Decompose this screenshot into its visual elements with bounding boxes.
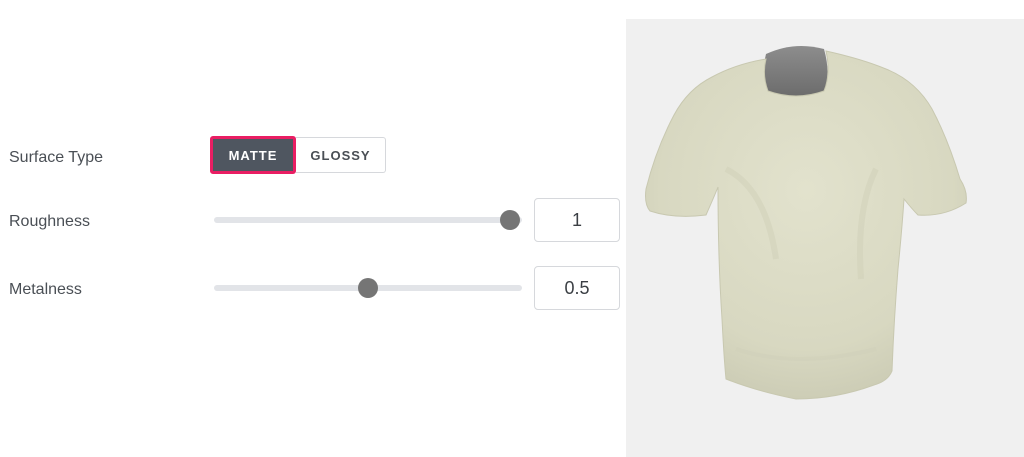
metalness-input[interactable] bbox=[534, 266, 620, 310]
metalness-label: Metalness bbox=[9, 281, 82, 298]
metalness-slider[interactable] bbox=[214, 278, 522, 298]
metalness-slider-thumb[interactable] bbox=[358, 278, 378, 298]
roughness-slider-thumb[interactable] bbox=[500, 210, 520, 230]
surface-type-toggle: MATTE GLOSSY bbox=[210, 136, 386, 174]
roughness-slider[interactable] bbox=[214, 210, 522, 230]
model-preview[interactable] bbox=[626, 19, 1024, 457]
roughness-label: Roughness bbox=[9, 213, 90, 230]
material-editor: Surface Type MATTE GLOSSY Roughness Meta… bbox=[0, 0, 1024, 457]
glossy-button[interactable]: GLOSSY bbox=[296, 137, 386, 173]
roughness-input[interactable] bbox=[534, 198, 620, 242]
matte-button[interactable]: MATTE bbox=[210, 136, 296, 174]
tshirt-model bbox=[645, 45, 967, 400]
surface-type-label: Surface Type bbox=[9, 149, 103, 166]
